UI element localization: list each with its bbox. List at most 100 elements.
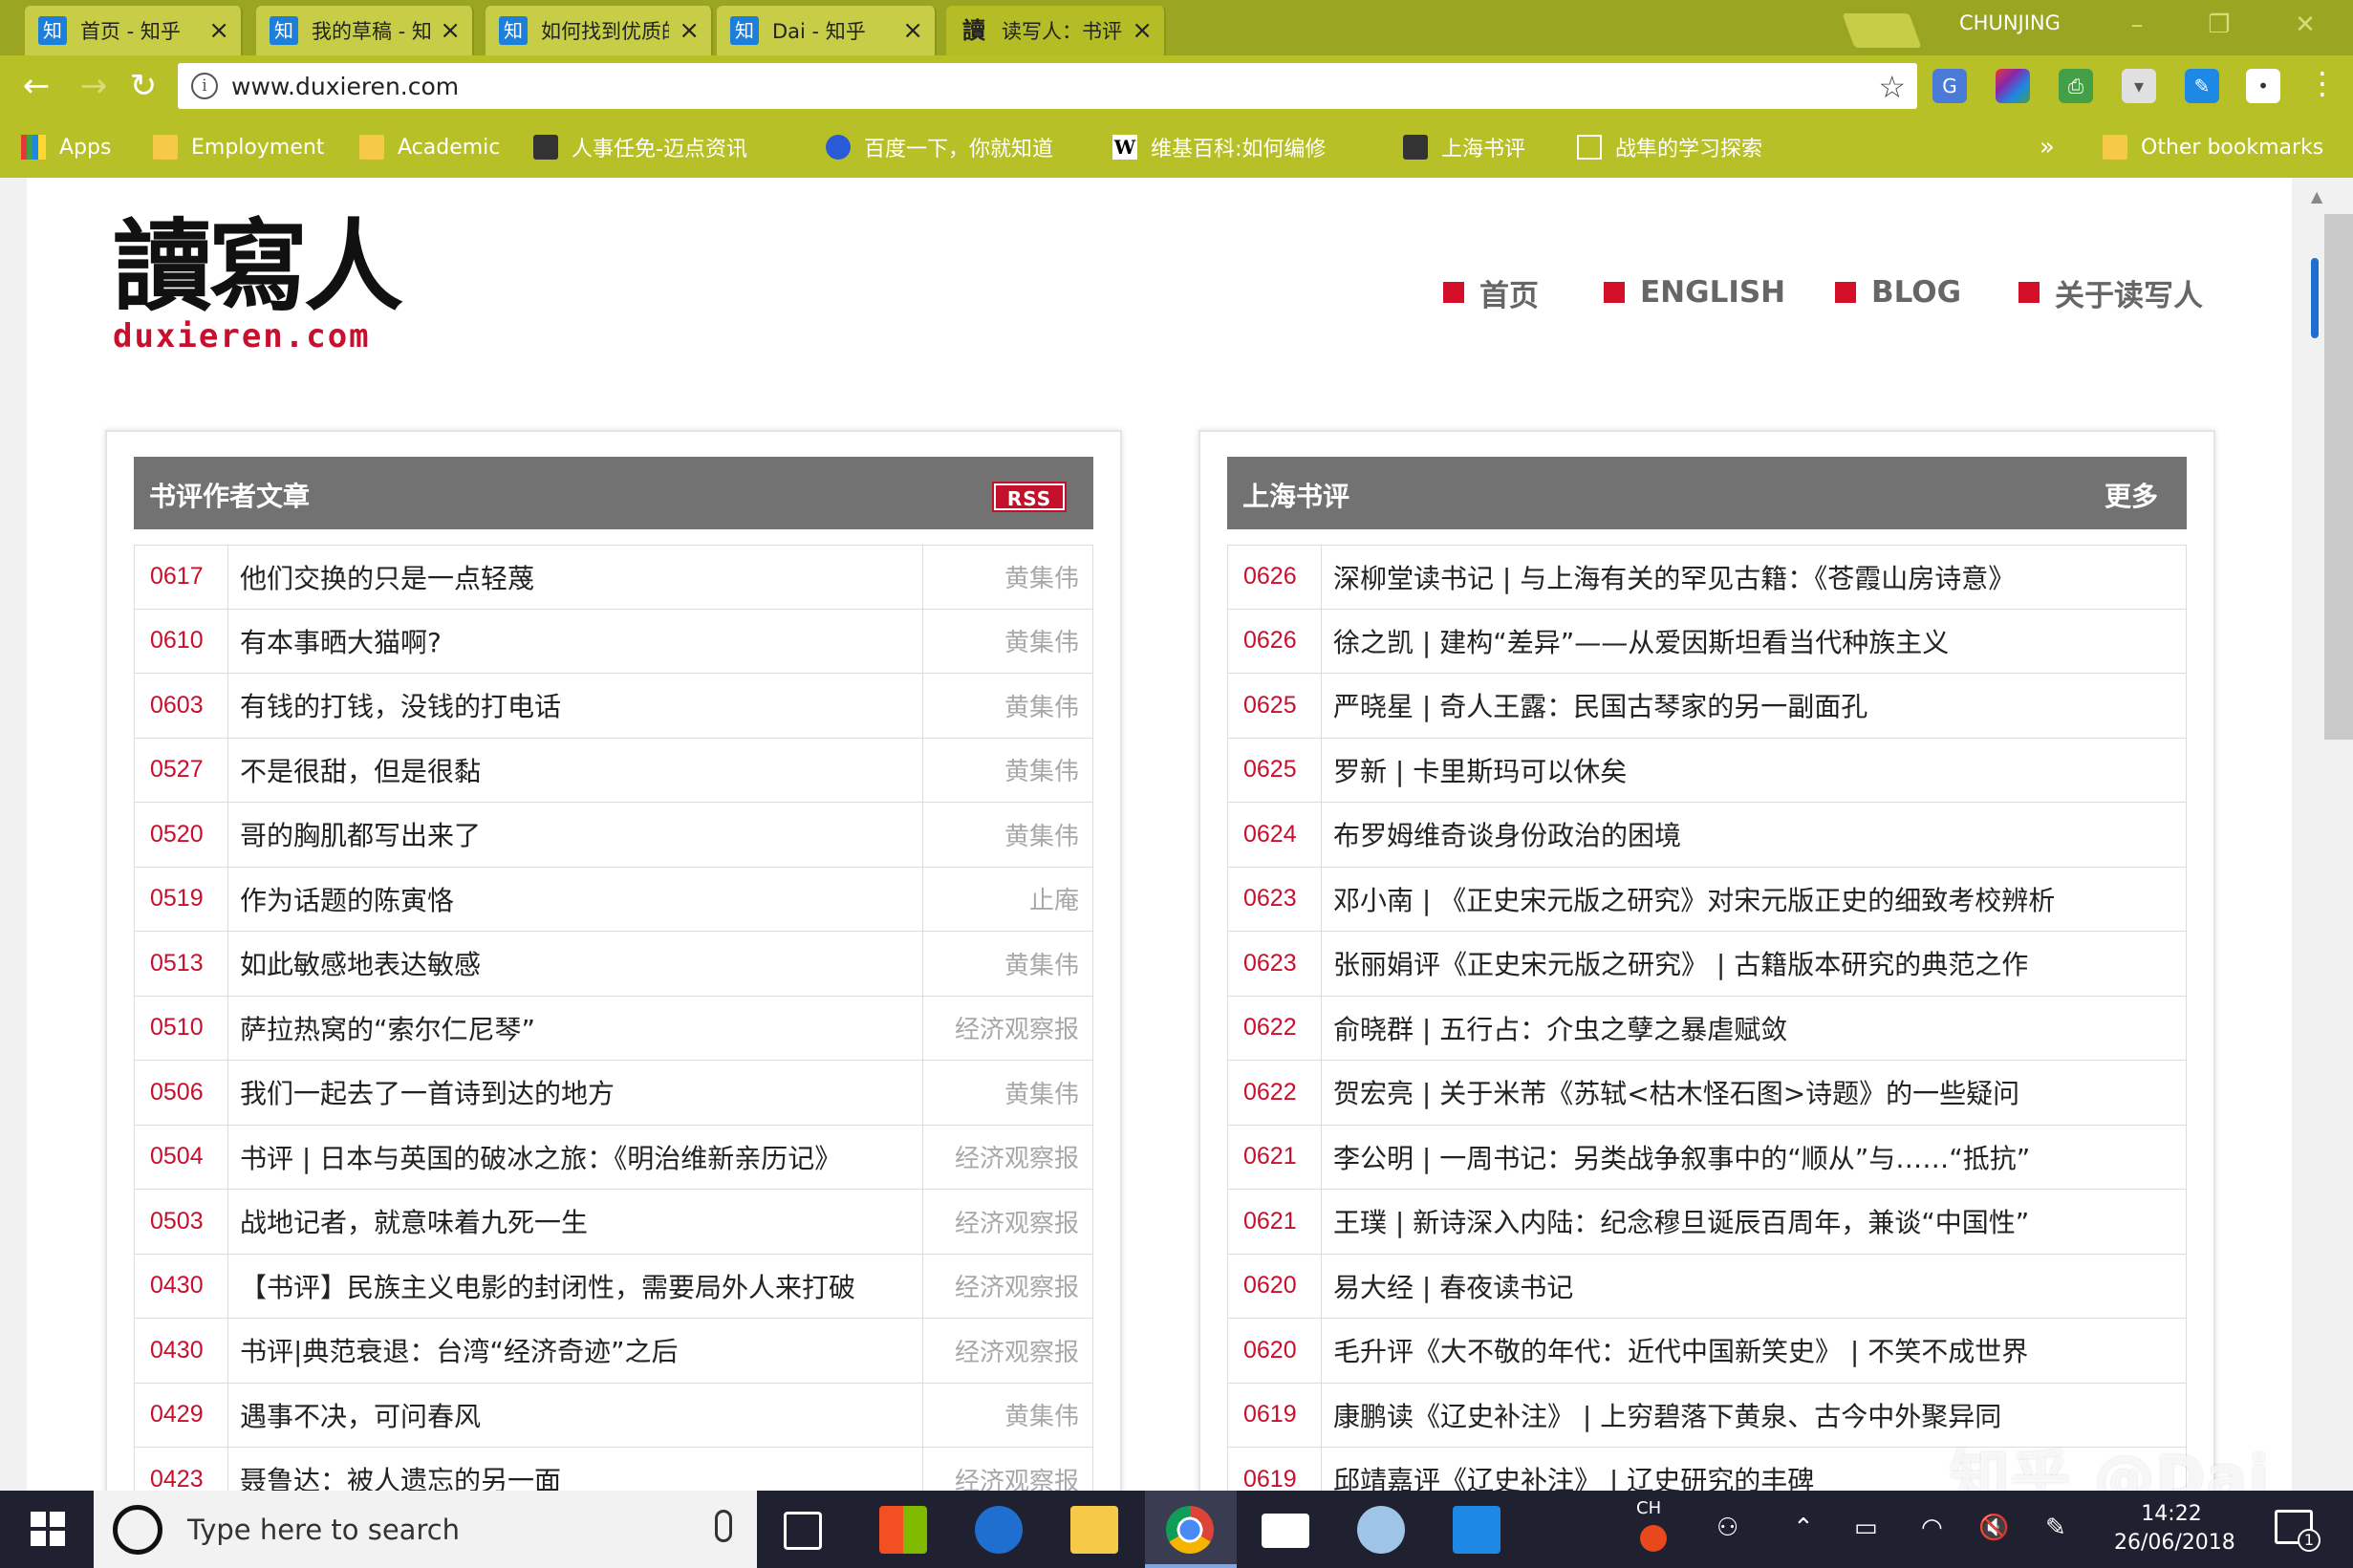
row-author[interactable]: 经济观察报	[922, 1448, 1092, 1491]
browser-menu-icon[interactable]: ⋮	[2307, 65, 2338, 101]
bookmark-zhansun[interactable]: 战隼的学习探索	[1577, 132, 1762, 162]
row-title-link[interactable]: 有钱的打钱，没钱的打电话	[228, 674, 922, 738]
table-row[interactable]: 0527 不是很甜，但是很黏 黄集伟	[134, 738, 1093, 803]
table-row[interactable]: 0603 有钱的打钱，没钱的打电话 黄集伟	[134, 674, 1093, 739]
tab-close-icon[interactable]: ×	[440, 16, 461, 45]
bookmark-employment[interactable]: Employment	[153, 132, 324, 162]
scroll-up-arrow-icon[interactable]: ▲	[2311, 187, 2322, 205]
tray-overflow-icon[interactable]: ⌃	[1793, 1514, 1814, 1542]
translate-extension-icon[interactable]: G	[1932, 69, 1967, 103]
table-row[interactable]: 0510 萨拉热窝的“索尔仁尼琴” 经济观察报	[134, 996, 1093, 1061]
more-link[interactable]: 更多	[2105, 476, 2158, 514]
row-title-link[interactable]: 李公明 | 一周书记：另类战争叙事中的“顺从”与……“抵抗”	[1322, 1126, 2186, 1190]
blue-extension-icon[interactable]: ✎	[2185, 69, 2219, 103]
restore-icon[interactable]: ❐	[2189, 8, 2250, 42]
taskbar-search-box[interactable]: Type here to search	[94, 1491, 757, 1568]
row-author[interactable]: 经济观察报	[922, 1319, 1092, 1383]
row-author[interactable]: 黄集伟	[922, 1061, 1092, 1125]
browser-tab-zhihu-drafts[interactable]: 知 我的草稿 - 知乎 ×	[256, 6, 474, 55]
nav-english[interactable]: ENGLISH	[1604, 273, 1785, 311]
table-row[interactable]: 0623 邓小南 | 《正史宋元版之研究》对宋元版正史的细致考校辨析	[1227, 867, 2187, 932]
side-panel-handle[interactable]	[2311, 258, 2319, 338]
store-icon[interactable]	[879, 1506, 927, 1554]
bookmark-other[interactable]: Other bookmarks	[2103, 132, 2323, 162]
tab-close-icon[interactable]: ×	[208, 16, 229, 45]
site-logo[interactable]: 讀寫人 duxieren.com	[113, 214, 419, 357]
row-title-link[interactable]: 张丽娟评《正史宋元版之研究》 | 古籍版本研究的典范之作	[1322, 932, 2186, 996]
row-title-link[interactable]: 徐之凯 | 建构“差异”——从爱因斯坦看当代种族主义	[1322, 610, 2186, 674]
browser-tab-zhihu-question[interactable]: 知 如何找到优质的书评？有 ×	[486, 6, 713, 55]
table-row[interactable]: 0423 聂鲁达：被人遗忘的另一面 经济观察报	[134, 1448, 1093, 1491]
row-title-link[interactable]: 邓小南 | 《正史宋元版之研究》对宋元版正史的细致考校辨析	[1322, 868, 2186, 932]
windows-start-icon[interactable]	[31, 1512, 65, 1546]
minimize-icon[interactable]: –	[2106, 8, 2168, 42]
browser-tab-zhihu-dai[interactable]: 知 Dai - 知乎 ×	[717, 6, 937, 55]
close-window-icon[interactable]: ✕	[2275, 8, 2336, 42]
rss-badge[interactable]: RSS	[992, 482, 1067, 512]
row-title-link[interactable]: 聂鲁达：被人遗忘的另一面	[228, 1448, 922, 1491]
table-row[interactable]: 0626 徐之凯 | 建构“差异”——从爱因斯坦看当代种族主义	[1227, 609, 2187, 674]
row-title-link[interactable]: 布罗姆维奇谈身份政治的困境	[1322, 803, 2186, 867]
table-row[interactable]: 0430 【书评】民族主义电影的封闭性，需要局外人来打破 经济观察报	[134, 1254, 1093, 1319]
table-row[interactable]: 0610 有本事晒大猫啊? 黄集伟	[134, 609, 1093, 674]
address-url[interactable]: www.duxieren.com	[231, 73, 459, 100]
forward-arrow-icon[interactable]: →	[73, 65, 115, 107]
table-row[interactable]: 0625 严晓星 | 奇人王露：民国古琴家的另一副面孔	[1227, 674, 2187, 739]
row-title-link[interactable]: 罗新 | 卡里斯玛可以休矣	[1322, 739, 2186, 803]
row-author[interactable]: 经济观察报	[922, 996, 1092, 1060]
row-title-link[interactable]: 书评 | 日本与英国的破冰之旅：《明治维新亲历记》	[228, 1126, 922, 1190]
table-row[interactable]: 0623 张丽娟评《正史宋元版之研究》 | 古籍版本研究的典范之作	[1227, 932, 2187, 997]
mail-icon[interactable]	[1262, 1514, 1309, 1548]
file-explorer-icon[interactable]	[1070, 1506, 1118, 1554]
row-title-link[interactable]: 不是很甜，但是很黏	[228, 739, 922, 803]
app-icon[interactable]	[1357, 1506, 1405, 1554]
table-row[interactable]: 0622 俞晓群 | 五行占：介虫之孽之暴虐赋敛	[1227, 996, 2187, 1061]
notes-app-icon[interactable]	[1453, 1506, 1500, 1554]
microphone-icon[interactable]	[715, 1510, 732, 1542]
row-title-link[interactable]: 我们一起去了一首诗到达的地方	[228, 1061, 922, 1125]
table-row[interactable]: 0621 李公明 | 一周书记：另类战争叙事中的“顺从”与……“抵抗”	[1227, 1125, 2187, 1190]
nav-home[interactable]: 首页	[1443, 273, 1539, 313]
row-author[interactable]: 黄集伟	[922, 803, 1092, 867]
sogou-ime-icon[interactable]	[1640, 1525, 1667, 1552]
table-row[interactable]: 0520 哥的胸肌都写出来了 黄集伟	[134, 803, 1093, 868]
white-extension-icon[interactable]: •	[2246, 69, 2280, 103]
bookmarks-overflow-icon[interactable]: »	[2040, 132, 2055, 162]
row-author[interactable]: 黄集伟	[922, 932, 1092, 996]
row-author[interactable]: 经济观察报	[922, 1190, 1092, 1254]
row-author[interactable]: 黄集伟	[922, 738, 1092, 802]
row-title-link[interactable]: 俞晓群 | 五行占：介虫之孽之暴虐赋敛	[1322, 997, 2186, 1061]
table-row[interactable]: 0624 布罗姆维奇谈身份政治的困境	[1227, 803, 2187, 868]
table-row[interactable]: 0513 如此敏感地表达敏感 黄集伟	[134, 932, 1093, 997]
tab-close-icon[interactable]: ×	[1132, 16, 1153, 45]
table-row[interactable]: 0503 战地记者，就意味着九死一生 经济观察报	[134, 1190, 1093, 1255]
battery-icon[interactable]: ▭	[1854, 1514, 1878, 1542]
row-title-link[interactable]: 书评|典范衰退：台湾“经济奇迹”之后	[228, 1319, 922, 1383]
cortana-icon[interactable]	[113, 1504, 162, 1555]
nav-blog[interactable]: BLOG	[1835, 273, 1961, 311]
row-title-link[interactable]: 毛升评《大不敬的年代：近代中国新笑史》 | 不笑不成世界	[1322, 1319, 2186, 1383]
row-author[interactable]: 经济观察报	[922, 1254, 1092, 1318]
tab-close-icon[interactable]: ×	[679, 16, 700, 45]
colorful-extension-icon[interactable]	[1996, 69, 2030, 103]
bookmark-meadin[interactable]: 人事任免-迈点资讯	[533, 132, 747, 162]
volume-muted-icon[interactable]: 🔇	[1978, 1514, 2009, 1542]
profile-name[interactable]: CHUNJING	[1959, 11, 2061, 34]
table-row[interactable]: 0621 王璞 | 新诗深入内陆：纪念穆旦诞辰百周年，兼谈“中国性”	[1227, 1190, 2187, 1255]
row-title-link[interactable]: 萨拉热窝的“索尔仁尼琴”	[228, 997, 922, 1061]
bookmark-baidu[interactable]: 百度一下，你就知道	[826, 132, 1053, 162]
bookmark-wikipedia[interactable]: W 维基百科:如何编修	[1112, 132, 1326, 162]
tab-close-icon[interactable]: ×	[902, 16, 923, 45]
chrome-icon[interactable]	[1166, 1506, 1214, 1554]
row-title-link[interactable]: 王璞 | 新诗深入内陆：纪念穆旦诞辰百周年，兼谈“中国性”	[1322, 1190, 2186, 1254]
table-row[interactable]: 0429 遇事不决，可问春风 黄集伟	[134, 1383, 1093, 1448]
table-row[interactable]: 0504 书评 | 日本与英国的破冰之旅：《明治维新亲历记》 经济观察报	[134, 1125, 1093, 1190]
browser-tab-zhihu-home[interactable]: 知 首页 - 知乎 ×	[25, 6, 243, 55]
row-title-link[interactable]: 有本事晒大猫啊?	[228, 610, 922, 674]
row-title-link[interactable]: 【书评】民族主义电影的封闭性，需要局外人来打破	[228, 1255, 922, 1319]
ime-label[interactable]: CH	[1636, 1498, 1661, 1518]
reload-icon[interactable]: ↻	[122, 65, 164, 107]
table-row[interactable]: 0625 罗新 | 卡里斯玛可以休矣	[1227, 738, 2187, 803]
table-row[interactable]: 0506 我们一起去了一首诗到达的地方 黄集伟	[134, 1061, 1093, 1126]
table-row[interactable]: 0617 他们交换的只是一点轻蔑 黄集伟	[134, 545, 1093, 610]
